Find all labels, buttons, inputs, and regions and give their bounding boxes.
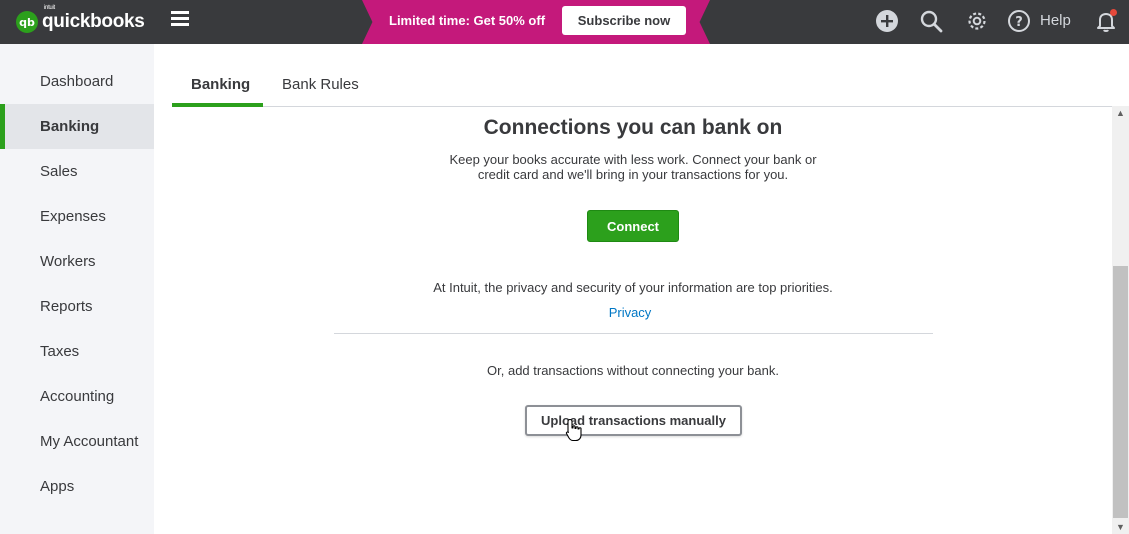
- sidebar-item-banking[interactable]: Banking: [0, 104, 154, 149]
- left-navigation: Dashboard Banking Sales Expenses Workers…: [0, 44, 154, 534]
- hand-cursor-icon: [565, 418, 583, 442]
- sidebar-item-taxes[interactable]: Taxes: [0, 329, 154, 374]
- manual-option-text: Or, add transactions without connecting …: [487, 363, 779, 378]
- search-icon[interactable]: [918, 8, 944, 34]
- sidebar-item-expenses[interactable]: Expenses: [0, 194, 154, 239]
- active-tab-indicator: [172, 103, 263, 107]
- subscribe-now-button[interactable]: Subscribe now: [562, 6, 686, 35]
- sidebar-item-apps[interactable]: Apps: [0, 464, 154, 509]
- plus-icon[interactable]: [874, 8, 900, 34]
- intro-text: Keep your books accurate with less work.…: [449, 152, 817, 182]
- promo-banner: Limited time: Get 50% off Subscribe now: [362, 0, 710, 44]
- page-title: Connections you can bank on: [483, 116, 783, 139]
- hamburger-menu-icon[interactable]: [171, 11, 191, 29]
- main-panel: Banking Bank Rules Connections you can b…: [154, 44, 1129, 534]
- promo-text: Limited time: Get 50% off: [389, 13, 546, 28]
- scroll-down-icon[interactable]: ▼: [1116, 522, 1125, 532]
- tab-bar: Banking Bank Rules: [172, 64, 1129, 107]
- sidebar-item-sales[interactable]: Sales: [0, 149, 154, 194]
- privacy-note: At Intuit, the privacy and security of y…: [433, 280, 833, 295]
- tab-bank-rules[interactable]: Bank Rules: [282, 76, 359, 93]
- banking-content: Connections you can bank on Keep your bo…: [154, 108, 1112, 534]
- connect-button[interactable]: Connect: [587, 210, 679, 242]
- quickbooks-logo[interactable]: qb intuit quickbooks: [16, 5, 145, 36]
- tab-banking[interactable]: Banking: [191, 76, 250, 93]
- scroll-up-icon[interactable]: ▲: [1116, 108, 1125, 118]
- privacy-link[interactable]: Privacy: [154, 305, 1106, 320]
- intuit-wordmark: intuit: [44, 5, 55, 11]
- bell-icon[interactable]: [1093, 8, 1119, 34]
- sidebar-item-dashboard[interactable]: Dashboard: [0, 59, 154, 104]
- gear-icon[interactable]: [964, 8, 990, 34]
- sidebar-item-my-accountant[interactable]: My Accountant: [0, 419, 154, 464]
- notification-dot: [1110, 9, 1117, 16]
- scroll-thumb[interactable]: [1113, 266, 1128, 518]
- help-icon[interactable]: ?: [1006, 8, 1032, 34]
- sidebar-item-workers[interactable]: Workers: [0, 239, 154, 284]
- vertical-scrollbar[interactable]: ▲ ▼: [1112, 106, 1129, 534]
- divider: [334, 333, 933, 334]
- qb-badge-icon: qb: [16, 11, 38, 33]
- svg-text:?: ?: [1015, 15, 1023, 30]
- upload-transactions-manually-button[interactable]: Upload transactions manually: [525, 405, 742, 436]
- help-label[interactable]: Help: [1040, 12, 1071, 29]
- top-bar: qb intuit quickbooks Limited time: Get 5…: [0, 0, 1129, 44]
- sidebar-item-reports[interactable]: Reports: [0, 284, 154, 329]
- brand-name: quickbooks: [42, 11, 145, 32]
- sidebar-item-accounting[interactable]: Accounting: [0, 374, 154, 419]
